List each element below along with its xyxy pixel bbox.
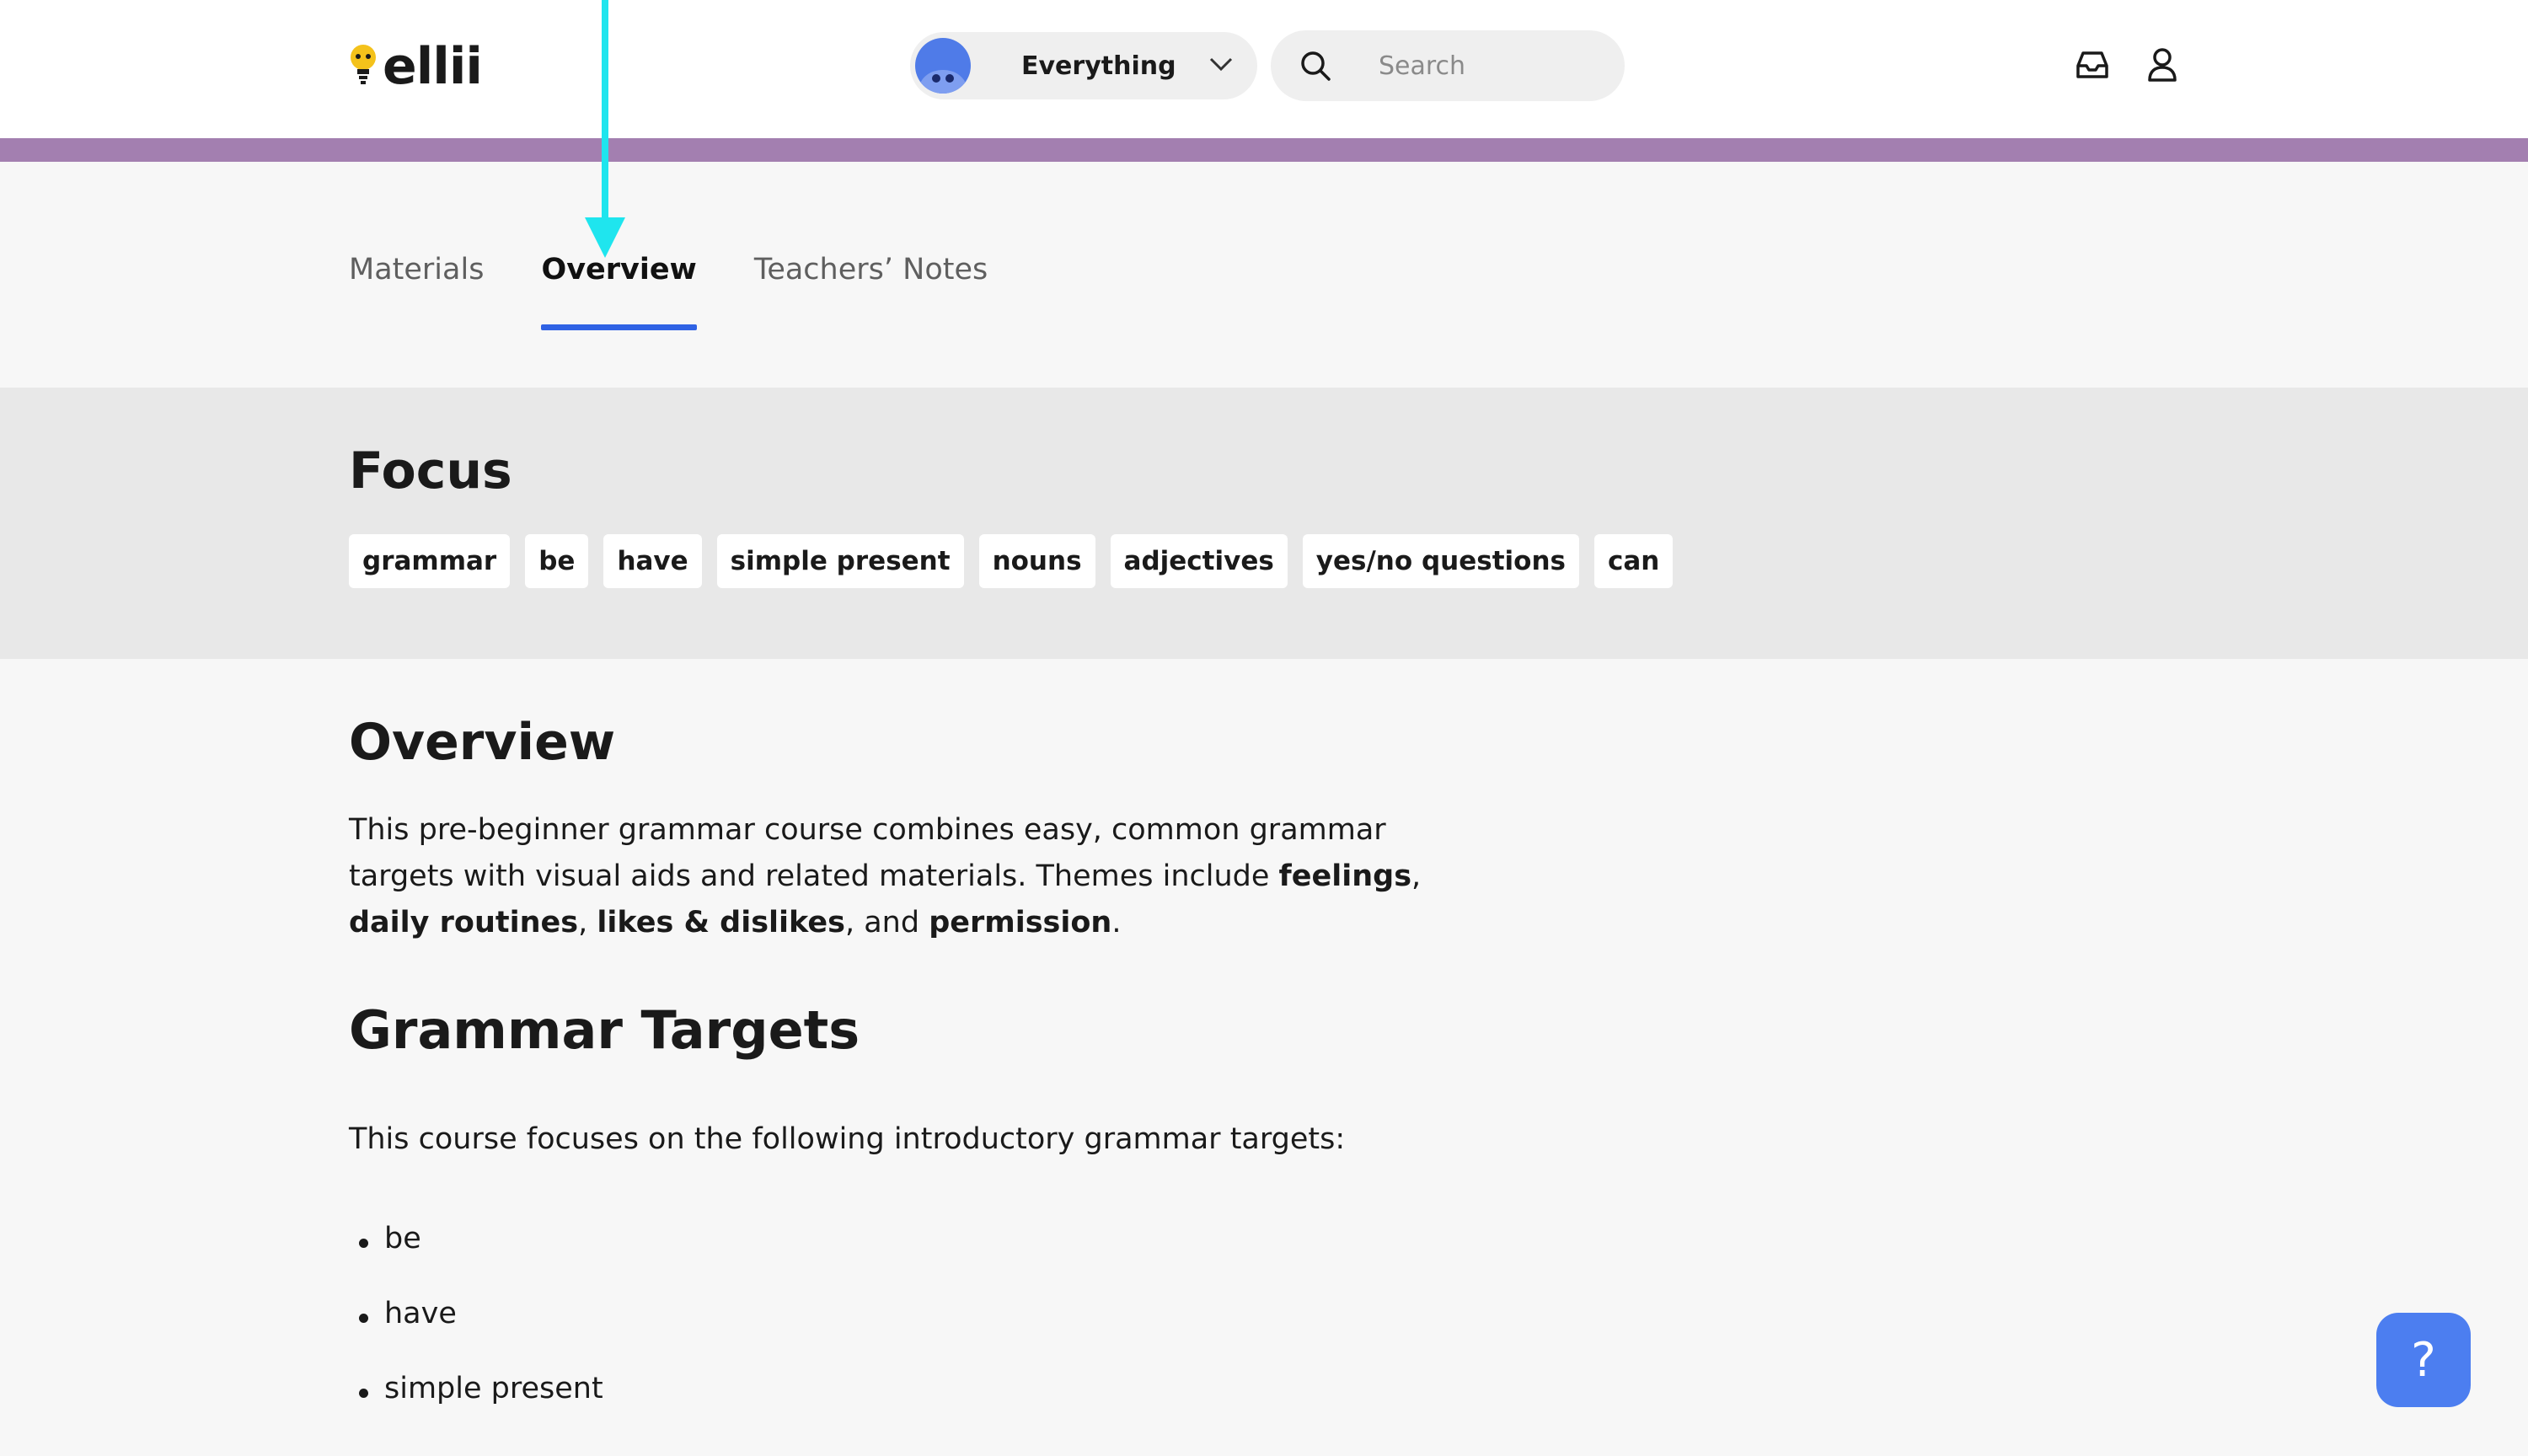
focus-tag[interactable]: simple present xyxy=(716,534,964,588)
tab-materials[interactable]: Materials xyxy=(349,253,484,330)
grammar-targets-heading: Grammar Targets xyxy=(349,999,860,1061)
focus-tag[interactable]: yes/no questions xyxy=(1302,534,1579,588)
top-header: ellii Everything xyxy=(0,0,2528,138)
theme-feelings: feelings xyxy=(1278,859,1412,893)
help-button[interactable]: ? xyxy=(2376,1313,2471,1407)
search-icon[interactable] xyxy=(1299,50,1331,82)
search-input[interactable] xyxy=(1377,50,1599,82)
focus-tag[interactable]: be xyxy=(525,534,589,588)
separator: , xyxy=(578,906,597,939)
focus-tag[interactable]: grammar xyxy=(349,534,511,588)
separator: , xyxy=(1411,859,1422,893)
overview-text: This pre-beginner grammar course combine… xyxy=(349,813,1386,893)
tab-overview[interactable]: Overview xyxy=(541,253,698,330)
list-item: simple present xyxy=(349,1372,603,1447)
focus-tag[interactable]: adjectives xyxy=(1110,534,1288,588)
theme-permission: permission xyxy=(929,906,1112,939)
overview-heading: Overview xyxy=(349,713,616,772)
focus-tags: grammar be have simple present nouns adj… xyxy=(349,534,1688,588)
ellii-logo[interactable]: ellii xyxy=(347,37,483,96)
accent-bar xyxy=(0,138,2528,162)
tab-teachers-notes[interactable]: Teachers’ Notes xyxy=(754,253,988,330)
scope-label: Everything xyxy=(1021,51,1176,81)
inbox-icon[interactable] xyxy=(2075,49,2110,84)
grammar-targets-intro: This course focuses on the following int… xyxy=(349,1122,1346,1156)
focus-tag[interactable]: can xyxy=(1593,534,1674,588)
focus-section xyxy=(0,388,2528,659)
focus-tag[interactable]: nouns xyxy=(978,534,1095,588)
user-icon[interactable] xyxy=(2147,47,2177,86)
focus-title: Focus xyxy=(349,442,512,500)
logo-text: ellii xyxy=(383,37,483,96)
list-item: have xyxy=(349,1297,603,1372)
scope-selector[interactable]: Everything xyxy=(910,32,1257,99)
annotation-arrow xyxy=(585,0,625,258)
overview-paragraph: This pre-beginner grammar course combine… xyxy=(349,807,1436,946)
bulb-logo-icon xyxy=(347,42,379,91)
theme-daily-routines: daily routines xyxy=(349,906,579,939)
grammar-targets-list: be have simple present xyxy=(349,1222,603,1447)
list-item: be xyxy=(349,1222,603,1297)
avatar-icon xyxy=(915,38,971,94)
separator: , and xyxy=(844,906,929,939)
search-box[interactable] xyxy=(1271,30,1625,101)
tab-bar: Materials Overview Teachers’ Notes xyxy=(349,253,1045,330)
period: . xyxy=(1111,906,1122,939)
focus-tag[interactable]: have xyxy=(603,534,702,588)
theme-likes-dislikes: likes & dislikes xyxy=(597,906,845,939)
chevron-down-icon xyxy=(1208,54,1234,78)
